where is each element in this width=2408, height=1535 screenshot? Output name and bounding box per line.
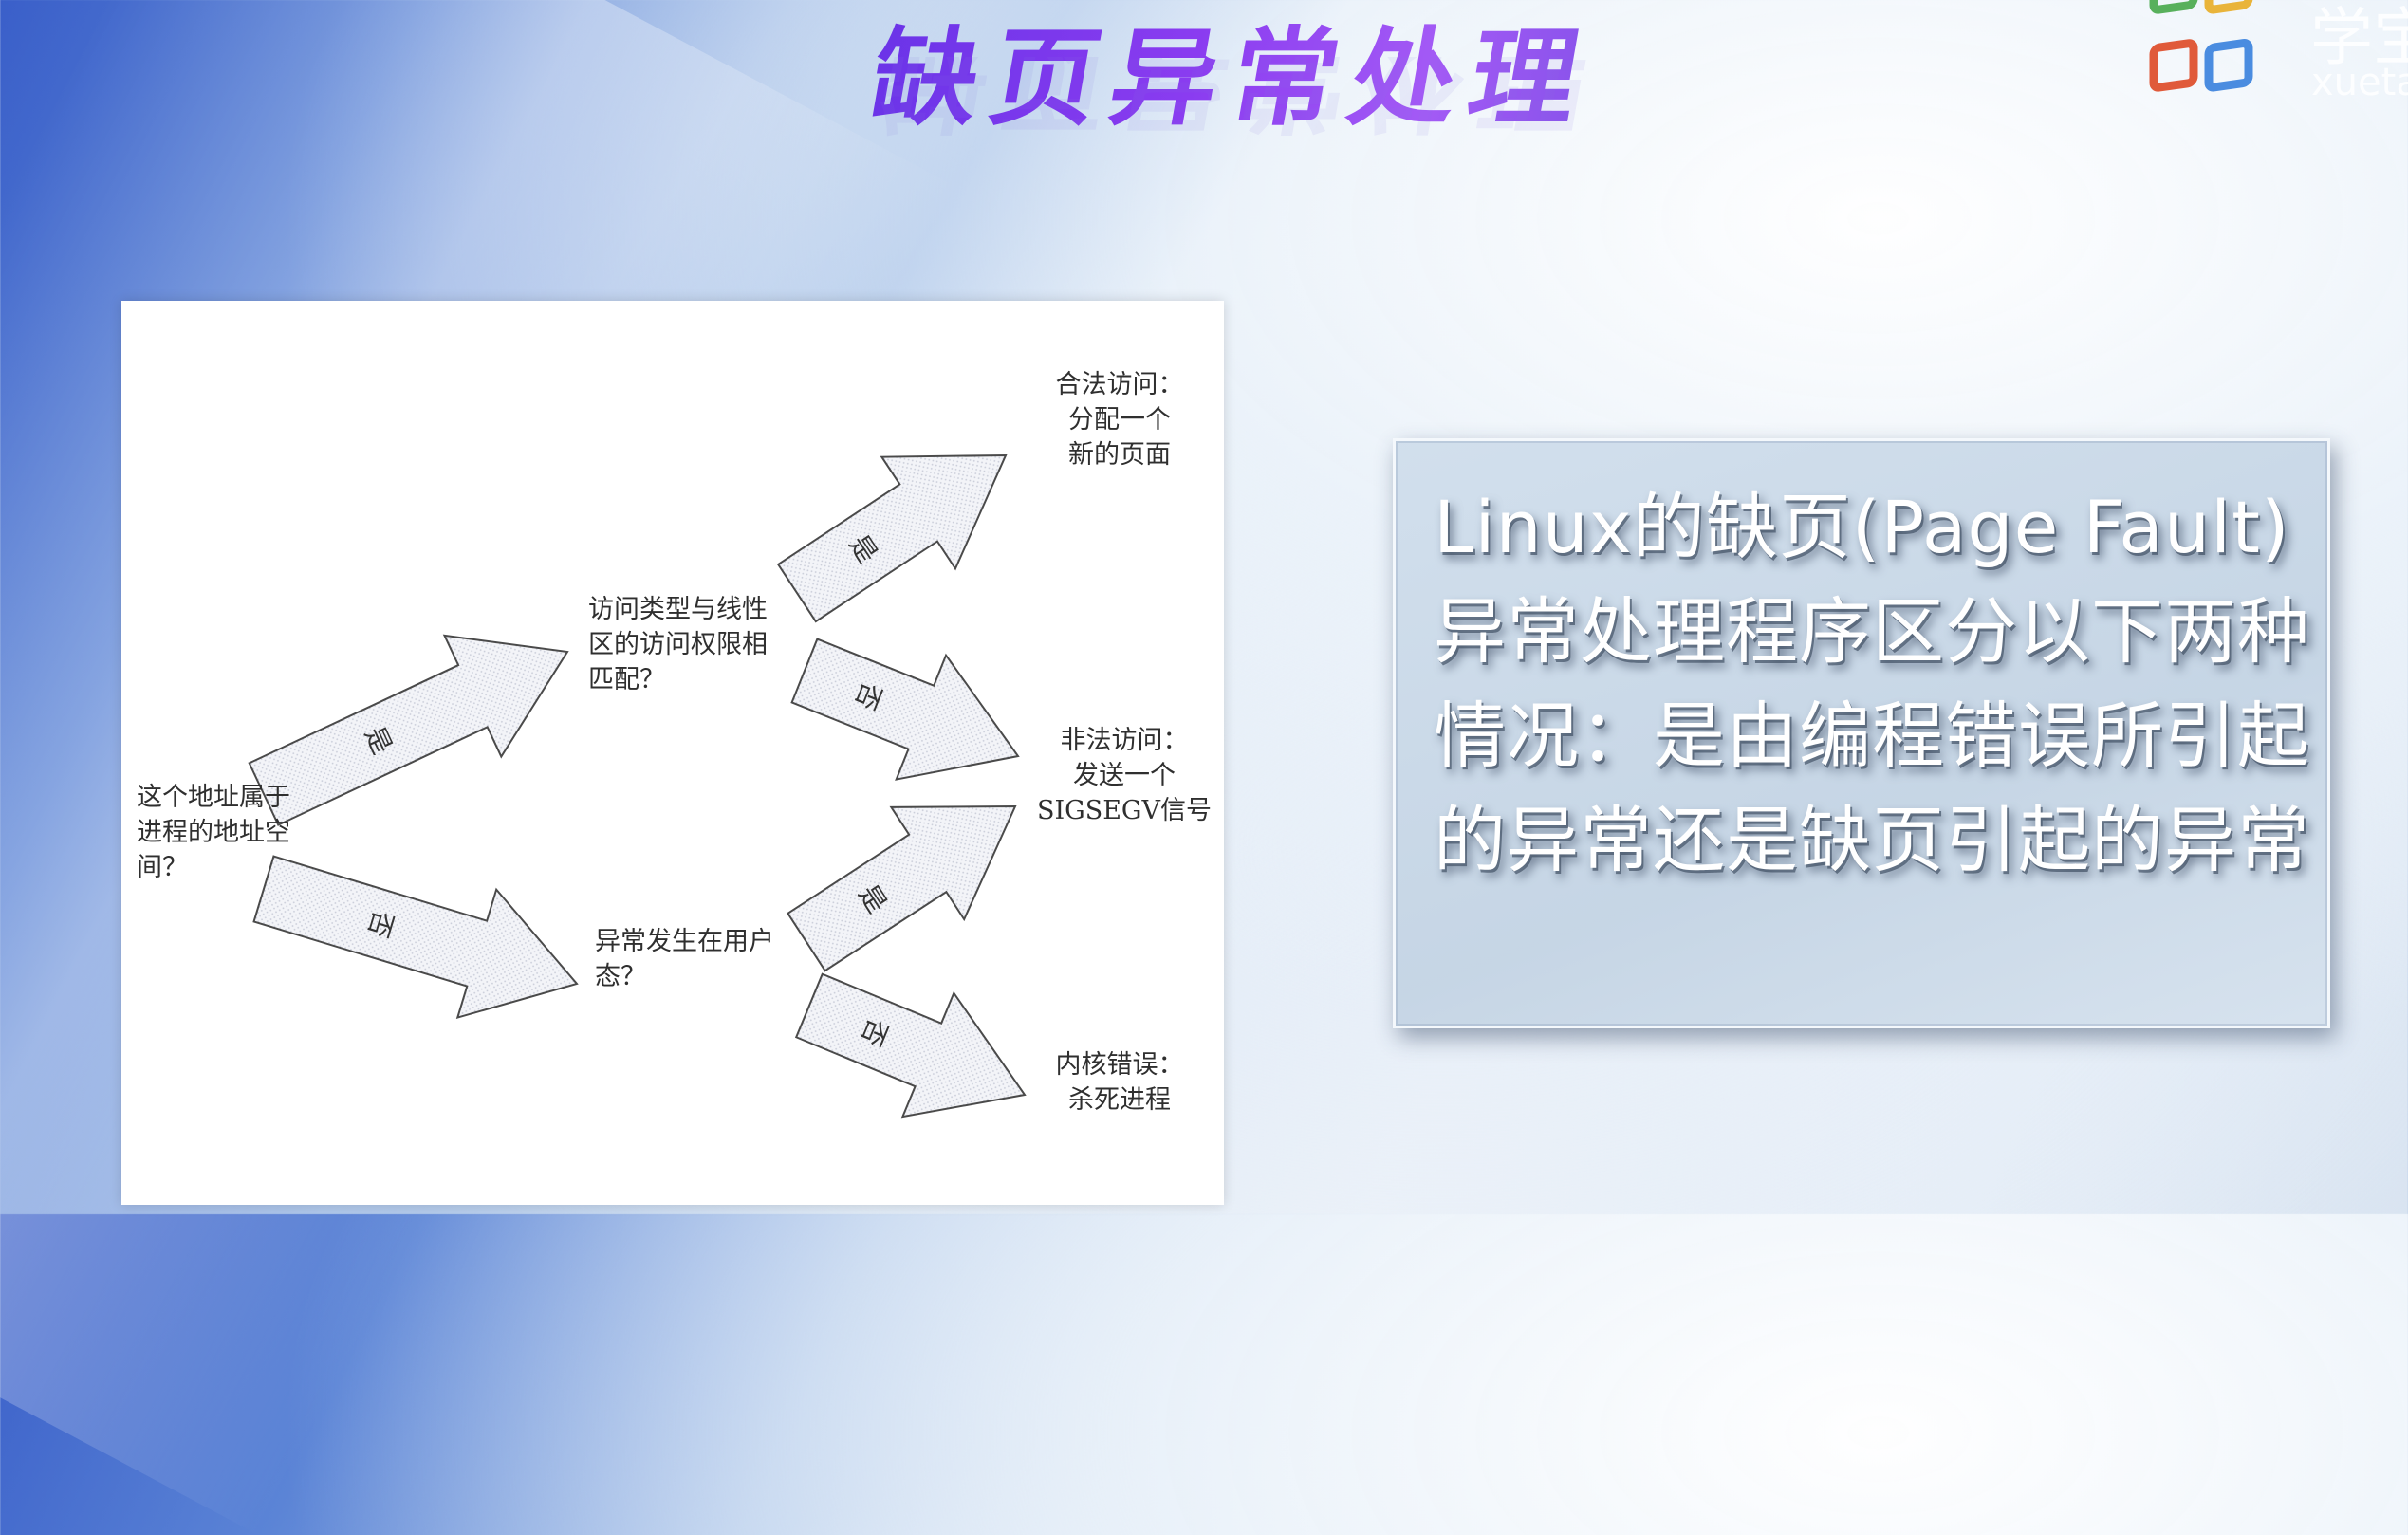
node-legal-access: 合法访问： 分配一个 新的页面 bbox=[1055, 370, 1184, 470]
explanation-box: Linux的缺页(Page Fault)异常处理程序区分以下两种情况：是由编程错… bbox=[1393, 438, 2330, 1028]
node-illegal-access: 非法访问： 发送一个 SIGSEGV信号 bbox=[1036, 726, 1212, 825]
node-address-space: 这个地址属于 进程的地址空 间？ bbox=[137, 783, 290, 882]
node-user-mode: 异常发生在用户 态？ bbox=[595, 927, 774, 991]
node-access-match: 访问类型与线性 区的访问权限相 匹配？ bbox=[588, 595, 768, 694]
arrow-no-3-icon: 否 bbox=[794, 972, 1027, 1119]
flow-diagram: 是否是否是否 这个地址属于 进程的地址空 间？ 访问类型与线性 区的访问权限相 … bbox=[121, 301, 1224, 1205]
slide-title-reflection: 缺页异常处理 bbox=[873, 57, 1612, 142]
explanation-text: Linux的缺页(Page Fault)异常处理程序区分以下两种情况：是由编程错… bbox=[1434, 485, 2310, 882]
logo-subtext: xuetang bbox=[2311, 61, 2408, 104]
node-kernel-error: 内核错误： 杀死进程 bbox=[1055, 1050, 1184, 1115]
arrow-no-2-icon: 否 bbox=[790, 638, 1020, 781]
